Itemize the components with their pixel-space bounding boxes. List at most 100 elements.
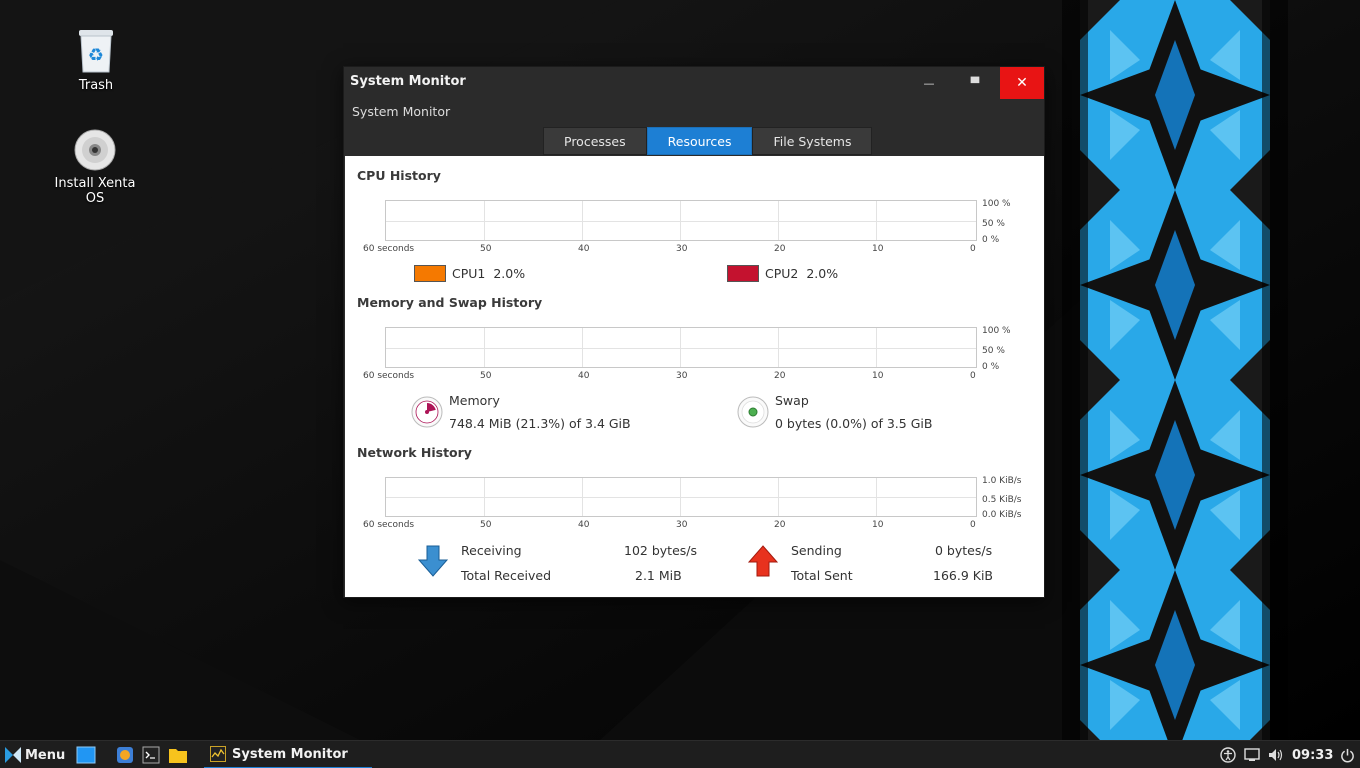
tab-bar: Processes Resources File Systems [543,127,873,155]
total-sent-label: Total Sent [791,568,853,583]
disc-icon [74,129,116,171]
desktop-icon-trash[interactable]: ♻ Trash [46,26,146,93]
svg-text:♻: ♻ [88,45,104,66]
x-axis-tick-label: 10 [872,520,884,530]
sending-value: 0 bytes/s [935,543,993,558]
tab-resources[interactable]: Resources [646,127,753,155]
cpu-y-label: 50 % [982,219,1005,229]
x-axis-tick-label: 20 [774,244,786,254]
network-history-title: Network History [357,445,472,460]
x-axis-tick-label: 30 [676,244,688,254]
volume-icon [1269,749,1283,761]
x-axis-tick-label: 30 [676,371,688,381]
x-axis-tick-label: 0 [970,520,976,530]
x-axis-tick-label: 20 [774,520,786,530]
memory-pie-icon[interactable] [411,396,443,428]
minimize-icon: — [923,76,935,90]
system-monitor-icon [210,746,226,762]
upload-arrow-icon [747,545,779,577]
accessibility-button[interactable] [1220,741,1236,768]
volume-button[interactable] [1268,741,1284,768]
menu-label: Menu [25,747,66,763]
terminal-launcher[interactable] [142,741,160,768]
total-received-label: Total Received [461,568,552,583]
network-y-label: 1.0 KiB/s [982,476,1022,486]
browser-launcher[interactable] [116,741,134,768]
receiving-label: Receiving [461,543,522,558]
network-button[interactable] [1244,741,1260,768]
x-axis-tick-label: 20 [774,371,786,381]
clock[interactable]: 09:33 [1292,741,1333,768]
sending-label: Sending [791,543,842,558]
x-axis-tick-label: 0 [970,371,976,381]
x-axis-tick-label: 30 [676,520,688,530]
xenta-logo-icon [5,747,21,763]
files-launcher[interactable] [168,741,188,768]
minimize-button[interactable]: — [907,67,951,99]
cpu2-legend: CPU2 2.0% [765,266,838,281]
browser-icon [117,747,133,763]
memory-history-title: Memory and Swap History [357,295,543,310]
swap-label: Swap [775,393,809,408]
memory-y-label: 0 % [982,362,1000,372]
receiving-value: 102 bytes/s [624,543,697,558]
trash-icon: ♻ [79,30,113,73]
cpu2-value: 2.0% [806,266,839,281]
taskbar-item-system-monitor[interactable]: System Monitor [204,741,372,768]
menu-button[interactable]: Menu [4,741,65,768]
x-axis-tick-label: 0 [970,244,976,254]
cpu2-label: CPU2 [765,266,799,281]
total-received-value: 2.1 MiB [635,568,682,583]
power-icon [1341,748,1354,762]
accessibility-icon [1220,747,1236,763]
cpu1-color-swatch[interactable] [414,265,446,282]
x-axis-tick-label: 40 [578,371,590,381]
swap-value: 0 bytes (0.0%) of 3.5 GiB [775,416,933,431]
graph-gridline [386,220,976,222]
cpu-y-label: 100 % [982,199,1011,209]
x-axis-tick-label: 60 seconds [363,244,415,254]
power-button[interactable] [1340,741,1355,768]
memory-value: 748.4 MiB (21.3%) of 3.4 GiB [449,416,631,431]
cpu1-label: CPU1 [452,266,486,281]
x-axis-tick-label: 50 [480,520,492,530]
close-icon: ✕ [1016,75,1028,91]
terminal-icon [142,746,160,764]
show-desktop-icon [76,746,96,764]
cpu-history-graph [385,200,977,241]
cpu-y-label: 0 % [982,235,1000,245]
network-y-label: 0.0 KiB/s [982,510,1022,520]
window-titlebar[interactable]: System Monitor — ▀ ✕ [344,67,1044,99]
system-monitor-window: System Monitor — ▀ ✕ System Monitor Proc… [343,66,1045,598]
clock-time: 09:33 [1292,747,1334,763]
cpu2-color-swatch[interactable] [727,265,759,282]
tab-file-systems[interactable]: File Systems [752,127,873,155]
memory-y-label: 50 % [982,346,1005,356]
x-axis-tick-label: 10 [872,371,884,381]
desktop-icon-install[interactable]: Install Xenta OS [45,128,145,206]
cpu1-value: 2.0% [493,266,526,281]
maximize-button[interactable]: ▀ [953,67,997,99]
x-axis-tick-label: 60 seconds [363,371,415,381]
x-axis-tick-label: 50 [480,371,492,381]
x-axis-tick-label: 50 [480,244,492,254]
network-icon [1244,748,1260,761]
download-arrow-icon [417,545,449,577]
header-subtitle: System Monitor [352,104,451,119]
memory-y-label: 100 % [982,326,1011,336]
network-history-graph [385,477,977,517]
show-desktop-launcher[interactable] [76,741,96,768]
taskbar-item-label: System Monitor [232,746,348,762]
desktop-icon-label: Trash [78,78,114,93]
close-button[interactable]: ✕ [1000,67,1044,99]
x-axis-tick-label: 40 [578,244,590,254]
total-sent-value: 166.9 KiB [933,568,994,583]
desktop-icon-label: Install Xenta OS [54,176,136,206]
memory-history-graph [385,327,977,368]
swap-pie-icon[interactable] [737,396,769,428]
x-axis-tick-label: 60 seconds [363,520,415,530]
cpu1-legend: CPU1 2.0% [452,266,525,281]
memory-label: Memory [449,393,500,408]
cpu-history-title: CPU History [357,168,441,183]
tab-processes[interactable]: Processes [543,127,647,155]
